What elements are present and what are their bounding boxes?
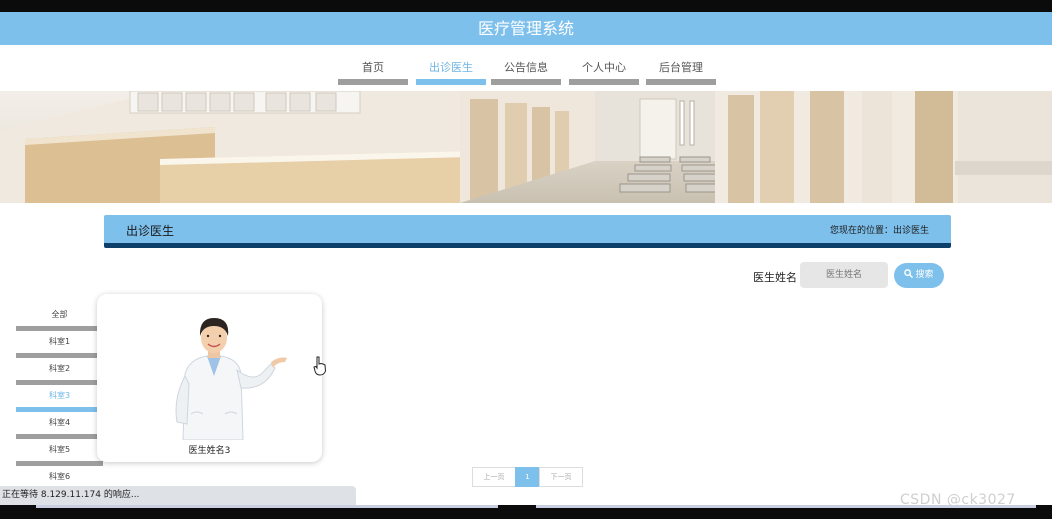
sidebar-item-dept-4[interactable]: 科室4 [16,412,103,439]
sidebar-item-dept-1[interactable]: 科室1 [16,331,103,358]
sidebar-item-label: 全部 [51,310,68,319]
browser-status-bar: 正在等待 8.129.11.174 的响应... [0,486,356,505]
doctor-card[interactable]: 医生姓名3 [97,294,322,462]
sidebar-item-dept-2[interactable]: 科室2 [16,358,103,385]
breadcrumb: 您现在的位置：出诊医生 [829,226,929,236]
nav-item-label: 个人中心 [582,61,626,74]
nav-item-label: 出诊医生 [429,61,473,74]
nav-item-notices[interactable]: 公告信息 [491,59,561,85]
section-header: 出诊医生 您现在的位置：出诊医生 [104,215,951,248]
section-title: 出诊医生 [126,224,175,238]
nav-item-doctors[interactable]: 出诊医生 [416,59,486,85]
next-page-button[interactable]: 下一页 [539,467,583,487]
nav-item-label: 首页 [362,61,384,74]
site-title: 医疗管理系统 [477,19,574,38]
next-page-label: 下一页 [550,473,572,481]
nav-item-home[interactable]: 首页 [338,59,408,85]
prev-page-button[interactable]: 上一页 [472,467,516,487]
nav-item-underline [416,79,486,85]
search-icon [904,269,914,278]
sidebar-item-label: 科室6 [48,472,71,481]
nav-item-label: 公告信息 [504,61,548,74]
page-number-button[interactable]: 1 [515,467,540,487]
sidebar-item-label: 科室2 [48,364,71,373]
window-top-strip [0,0,1052,12]
nav-item-underline [491,79,561,85]
search-button-label: 搜索 [915,270,934,280]
sidebar-item-label: 科室3 [48,391,71,400]
window-bottom-strip [0,505,1052,519]
sidebar-item-all[interactable]: 全部 [16,304,103,331]
sidebar-item-label: 科室5 [48,445,71,454]
doctor-name-search-input[interactable] [800,262,888,288]
nav-item-underline [569,79,639,85]
hospital-banner-image [0,91,1052,203]
site-header: 医疗管理系统 [0,12,1052,45]
nav-item-admin[interactable]: 后台管理 [646,59,716,85]
nav-item-profile[interactable]: 个人中心 [569,59,639,85]
status-text: 正在等待 8.129.11.174 的响应... [2,490,140,500]
main-nav: 首页 出诊医生 公告信息 个人中心 后台管理 [0,45,1052,90]
search-button[interactable]: 搜索 [894,263,944,288]
doctor-name: 医生姓名3 [188,446,231,456]
taskbar-segment [536,505,1036,508]
sidebar-item-label: 科室1 [48,337,71,346]
nav-item-label: 后台管理 [659,61,703,74]
department-sidebar: 全部 科室1 科室2 科室3 科室4 科室5 科室6 [16,304,103,493]
doctor-photo [175,318,287,440]
page-number-label: 1 [525,473,530,481]
nav-item-underline [646,79,716,85]
sidebar-item-dept-5[interactable]: 科室5 [16,439,103,466]
search-label: 医生姓名 [753,271,797,284]
hand-cursor-icon [313,356,327,376]
sidebar-item-dept-3[interactable]: 科室3 [16,385,103,412]
prev-page-label: 上一页 [483,473,505,481]
sidebar-item-label: 科室4 [48,418,71,427]
taskbar-segment [36,505,498,508]
nav-item-underline [338,79,408,85]
